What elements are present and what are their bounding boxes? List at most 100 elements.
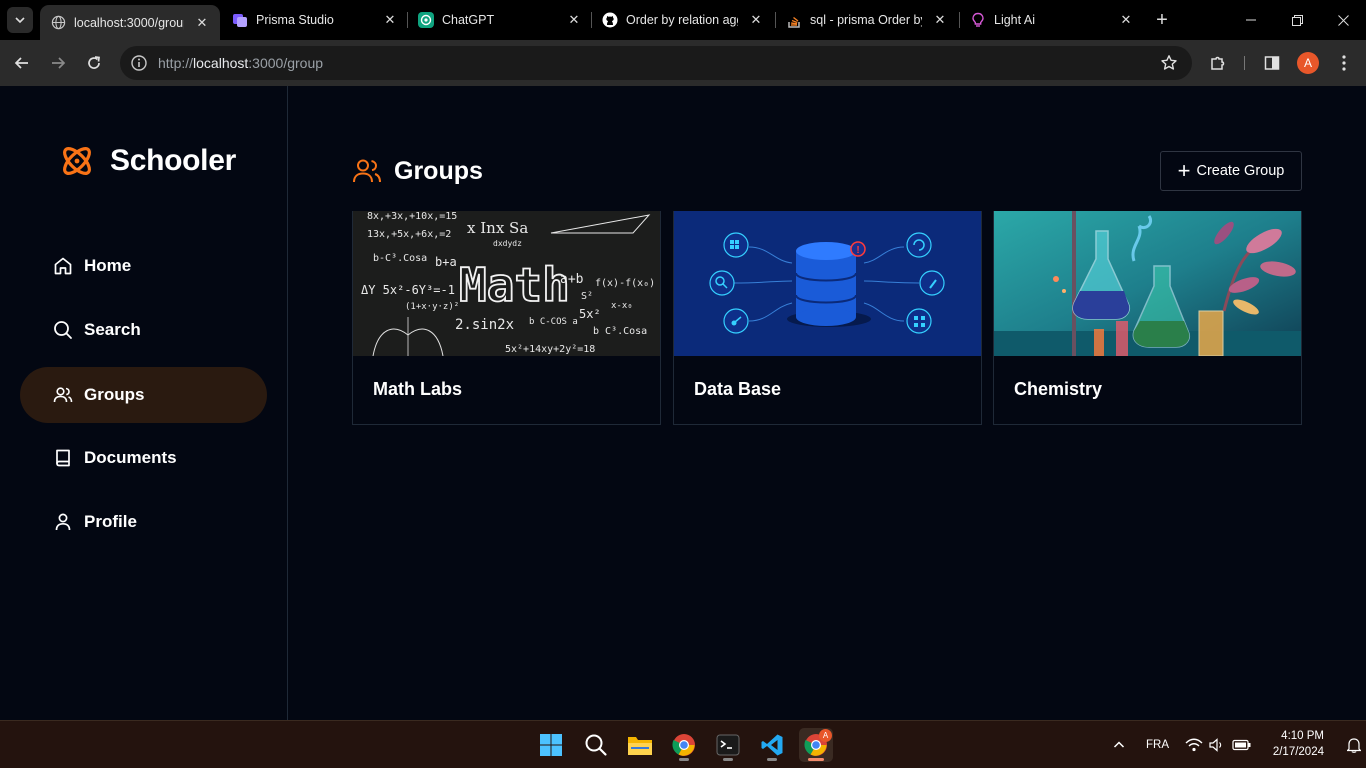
running-indicator	[723, 758, 733, 761]
close-icon[interactable]: ✕	[932, 12, 948, 28]
svg-text:!: !	[856, 245, 859, 256]
taskbar-chrome[interactable]	[667, 728, 701, 762]
atom-logo-icon	[63, 147, 91, 175]
site-info-icon[interactable]	[130, 54, 148, 72]
close-icon[interactable]: ✕	[566, 12, 582, 28]
tab-search-button[interactable]	[7, 7, 33, 33]
group-card-math-labs[interactable]: 8x,+3x,+10x,=15 13x,+5x,+6x,=2 x Inx Sa …	[352, 211, 661, 425]
group-card-chemistry[interactable]: Chemistry	[993, 211, 1302, 425]
toolbar-divider	[1244, 56, 1245, 70]
sidebar-item-groups[interactable]: Groups	[20, 367, 267, 423]
svg-text:8x,+3x,+10x,=15: 8x,+3x,+10x,=15	[367, 211, 457, 222]
sidebar-item-search[interactable]: Search	[20, 302, 267, 358]
start-button[interactable]	[534, 728, 568, 762]
restore-button[interactable]	[1274, 0, 1320, 40]
group-card-data-base[interactable]: ! Data Base	[673, 211, 982, 425]
running-indicator	[767, 758, 777, 761]
svg-text:5x²+14xy+2y²=18: 5x²+14xy+2y²=18	[505, 344, 595, 355]
svg-text:x-x₀: x-x₀	[611, 301, 633, 311]
tab-title: sql - prisma Order by	[810, 13, 922, 27]
plus-icon: +	[1177, 158, 1191, 183]
tab-title: Prisma Studio	[256, 13, 334, 27]
clock-time[interactable]: 4:10 PM	[1276, 730, 1324, 742]
svg-text:b C³.Cosa: b C³.Cosa	[593, 326, 647, 337]
minimize-button[interactable]	[1228, 0, 1274, 40]
create-group-button[interactable]: + Create Group	[1160, 151, 1302, 191]
wifi-icon[interactable]	[1184, 735, 1204, 755]
show-hidden-icons-button[interactable]	[1109, 735, 1129, 755]
battery-icon[interactable]	[1232, 735, 1252, 755]
svg-text:b-C³.Cosa: b-C³.Cosa	[373, 253, 427, 264]
tab-title: ChatGPT	[442, 13, 495, 27]
arrow-left-icon	[14, 57, 28, 69]
url-text: http://localhost:3000/group	[158, 55, 324, 71]
svg-text:b+a: b+a	[435, 255, 457, 269]
sidebar-item-documents[interactable]: Documents	[20, 430, 267, 486]
restore-icon	[1291, 14, 1303, 26]
window-close-button[interactable]	[1320, 0, 1366, 40]
extensions-button[interactable]	[1207, 52, 1229, 74]
folder-icon	[628, 737, 652, 755]
forward-button[interactable]	[44, 49, 72, 77]
close-icon[interactable]: ✕	[748, 12, 764, 28]
notifications-icon[interactable]	[1344, 735, 1364, 755]
taskbar-terminal[interactable]	[711, 728, 745, 762]
browser-tab-active[interactable]: localhost:3000/group ✕	[40, 5, 220, 40]
app-viewport: Schooler Home Search Groups Documents Pr…	[0, 86, 1366, 720]
chevron-up-icon	[1113, 741, 1125, 748]
logo-text: Schooler	[110, 144, 236, 177]
book-icon	[52, 447, 74, 469]
browser-tab[interactable]: Light Ai ✕	[960, 0, 1144, 40]
chevron-down-icon	[15, 17, 25, 24]
chemistry-flasks-image	[994, 211, 1301, 356]
browser-tab[interactable]: ChatGPT ✕	[408, 0, 592, 40]
taskbar-vscode[interactable]	[755, 728, 789, 762]
create-group-label: Create Group	[1196, 163, 1285, 179]
volume-icon[interactable]	[1207, 735, 1227, 755]
bulb-icon	[970, 12, 986, 28]
taskbar-file-explorer[interactable]	[623, 728, 657, 762]
close-icon[interactable]: ✕	[382, 12, 398, 28]
windows-start-icon	[540, 734, 562, 756]
sidebar-item-profile[interactable]: Profile	[20, 494, 267, 550]
database-illustration-image: !	[674, 211, 981, 356]
close-icon[interactable]: ✕	[1118, 12, 1134, 28]
address-bar[interactable]: http://localhost:3000/group	[120, 46, 1192, 80]
tab-title: Order by relation agg	[626, 13, 738, 27]
browser-tab[interactable]: Order by relation agg ✕	[592, 0, 774, 40]
back-button[interactable]	[8, 49, 36, 77]
input-language[interactable]: FRA	[1146, 739, 1169, 751]
browser-tab[interactable]: sql - prisma Order by ✕	[776, 0, 958, 40]
close-icon	[1337, 14, 1349, 26]
side-panel-icon	[1264, 56, 1280, 70]
browser-menu-button[interactable]	[1333, 52, 1355, 74]
browser-toolbar: http://localhost:3000/group A	[0, 40, 1366, 86]
svg-text:dxdydz: dxdydz	[493, 239, 522, 248]
bookmark-star-icon[interactable]	[1160, 54, 1178, 72]
clock-date[interactable]: 2/17/2024	[1266, 746, 1324, 758]
sidebar-item-home[interactable]: Home	[20, 238, 267, 294]
browser-tab-strip: localhost:3000/group ✕ Prisma Studio ✕ C…	[0, 0, 1366, 40]
new-tab-button[interactable]: +	[1150, 8, 1174, 32]
sidebar: Schooler Home Search Groups Documents Pr…	[0, 86, 288, 720]
side-panel-button[interactable]	[1261, 52, 1283, 74]
sidebar-item-label: Search	[84, 320, 141, 339]
sidebar-item-label: Groups	[84, 385, 145, 404]
reload-button[interactable]	[80, 49, 108, 77]
chrome-icon	[672, 734, 695, 756]
running-indicator	[808, 758, 824, 761]
browser-tab[interactable]: Prisma Studio ✕	[222, 0, 408, 40]
taskbar-chrome-profile[interactable]: A	[799, 728, 833, 762]
svg-text:2.sin2x: 2.sin2x	[455, 317, 514, 333]
tab-title: Light Ai	[994, 13, 1036, 27]
svg-text:Math: Math	[459, 258, 570, 312]
svg-text:b C-COS a: b C-COS a	[529, 317, 578, 327]
sidebar-item-label: Home	[84, 256, 132, 275]
svg-text:S²: S²	[581, 291, 593, 302]
profile-avatar[interactable]: A	[1297, 52, 1319, 74]
chatgpt-icon	[418, 12, 434, 28]
close-icon[interactable]: ✕	[194, 15, 210, 31]
app-logo[interactable]: Schooler	[58, 142, 236, 180]
group-card-title: Math Labs	[373, 379, 463, 399]
taskbar-search-button[interactable]	[579, 728, 613, 762]
